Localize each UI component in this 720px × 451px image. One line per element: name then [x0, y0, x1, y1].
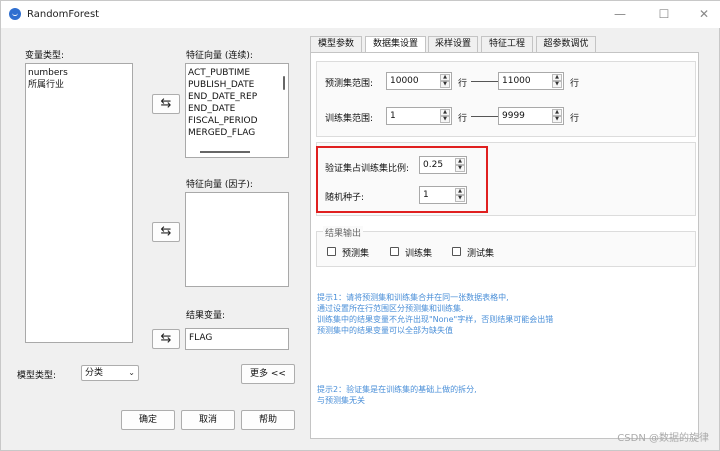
row-label: 行 [570, 79, 580, 89]
app-icon [9, 8, 21, 20]
row-label: 行 [458, 79, 468, 89]
move-to-factor-button[interactable]: ⇆ [152, 222, 180, 242]
row-label: 行 [458, 114, 468, 124]
title-bar: RandomForest — ☐ ✕ [1, 1, 720, 28]
hint1-line: 预测集中的结果变量可以全部为缺失值 [317, 326, 453, 335]
list-item[interactable]: FISCAL_PERIOD [186, 115, 288, 127]
train-from-stepper[interactable]: 1 ▲ ▼ [386, 107, 452, 125]
model-type-value: 分类 [85, 368, 104, 378]
predict-from-stepper[interactable]: 10000 ▲ ▼ [386, 72, 452, 90]
list-item[interactable]: PUBLISH_DATE [186, 79, 288, 91]
predict-to-stepper[interactable]: 11000 ▲ ▼ [498, 72, 564, 90]
predict-from-value: 10000 [390, 76, 419, 86]
chevron-down-icon: ⌄ [128, 368, 135, 377]
range-dash [471, 116, 499, 117]
list-item[interactable]: END_DATE [186, 103, 288, 115]
hint2-line: 与预测集无关 [317, 396, 365, 405]
result-var-label: 结果变量: [186, 311, 226, 321]
train-to-value: 9999 [502, 111, 525, 121]
cancel-button[interactable]: 取消 [181, 410, 235, 430]
row-label: 行 [570, 114, 580, 124]
tab-hyperparam-tuning[interactable]: 超参数调优 [536, 36, 596, 53]
predict-output-checkbox[interactable] [327, 247, 336, 256]
dataset-settings-panel: 预测集范围: 10000 ▲ ▼ 行 11000 ▲ ▼ 行 训练集范围: 1 ▲ ▼… [310, 52, 699, 439]
model-type-label: 模型类型: [17, 371, 57, 381]
list-item[interactable]: 所属行业 [26, 79, 132, 91]
scroll-thumb[interactable] [283, 76, 285, 90]
spin-down-icon[interactable]: ▼ [552, 116, 562, 123]
hint1-line: 通过设置所在行范围区分预测集和训练集. [317, 304, 464, 313]
tab-model-params[interactable]: 模型参数 [310, 36, 362, 53]
maximize-button[interactable]: ☐ [649, 5, 679, 23]
train-to-stepper[interactable]: 9999 ▲ ▼ [498, 107, 564, 125]
spin-down-icon[interactable]: ▼ [440, 81, 450, 88]
highlight-box [316, 146, 488, 213]
list-item[interactable]: END_DATE_REP [186, 91, 288, 103]
spin-up-icon[interactable]: ▲ [440, 109, 450, 116]
train-output-label: 训练集 [405, 249, 433, 259]
spin-up-icon[interactable]: ▲ [552, 74, 562, 81]
model-type-select[interactable]: 分类 ⌄ [81, 365, 139, 381]
ok-button[interactable]: 确定 [121, 410, 175, 430]
var-type-label: 变量类型: [25, 51, 65, 61]
vertical-scrollbar[interactable] [281, 66, 287, 155]
horizontal-scrollbar[interactable] [200, 151, 250, 153]
watermark: CSDN @数据的旋律 [617, 433, 709, 444]
minimize-button[interactable]: — [605, 5, 635, 23]
list-item[interactable]: MERGED_FLAG [186, 127, 288, 139]
help-button[interactable]: 帮助 [241, 410, 295, 430]
output-group: 结果输出 预测集 训练集 测试集 [316, 226, 696, 267]
window-title: RandomForest [27, 9, 100, 20]
train-from-value: 1 [390, 111, 396, 121]
train-range-label: 训练集范围: [325, 114, 374, 124]
var-type-list[interactable]: numbers 所属行业 [25, 63, 133, 343]
move-to-result-button[interactable]: ⇆ [152, 329, 180, 349]
spin-up-icon[interactable]: ▲ [552, 109, 562, 116]
output-group-label: 结果输出 [323, 226, 364, 239]
predict-to-value: 11000 [502, 76, 531, 86]
hint1-line: 提示1：请将预测集和训练集合并在同一张数据表格中, [317, 293, 509, 302]
spin-down-icon[interactable]: ▼ [552, 81, 562, 88]
result-var-field[interactable]: FLAG [185, 328, 289, 350]
feature-cont-list[interactable]: ACT_PUBTIME PUBLISH_DATE END_DATE_REP EN… [185, 63, 289, 158]
spin-up-icon[interactable]: ▲ [440, 74, 450, 81]
spin-down-icon[interactable]: ▼ [440, 116, 450, 123]
move-to-cont-button[interactable]: ⇆ [152, 94, 180, 114]
list-item[interactable]: ACT_PUBTIME [186, 67, 288, 79]
app-window: RandomForest — ☐ ✕ 变量类型: numbers 所属行业 ⇆ … [0, 0, 720, 451]
feature-factor-list[interactable] [185, 192, 289, 287]
feature-cont-label: 特征向量 (连续): [186, 51, 253, 61]
hint1-line: 训练集中的结果变量不允许出现"None"字样，否则结果可能会出错 [317, 315, 554, 324]
close-button[interactable]: ✕ [689, 5, 719, 23]
range-dash [471, 81, 499, 82]
list-item[interactable]: numbers [26, 67, 132, 79]
hint2-line: 提示2：验证集是在训练集的基础上做的拆分, [317, 385, 477, 394]
test-output-label: 测试集 [467, 249, 495, 259]
tab-sampling-settings[interactable]: 采样设置 [428, 36, 478, 53]
range-group: 预测集范围: 10000 ▲ ▼ 行 11000 ▲ ▼ 行 训练集范围: 1 ▲ ▼… [316, 61, 696, 137]
feature-factor-label: 特征向量 (因子): [186, 180, 253, 190]
train-output-checkbox[interactable] [390, 247, 399, 256]
predict-output-label: 预测集 [342, 249, 370, 259]
predict-range-label: 预测集范围: [325, 79, 374, 89]
tab-feature-engineering[interactable]: 特征工程 [481, 36, 533, 53]
more-button[interactable]: 更多 << [241, 364, 295, 384]
test-output-checkbox[interactable] [452, 247, 461, 256]
